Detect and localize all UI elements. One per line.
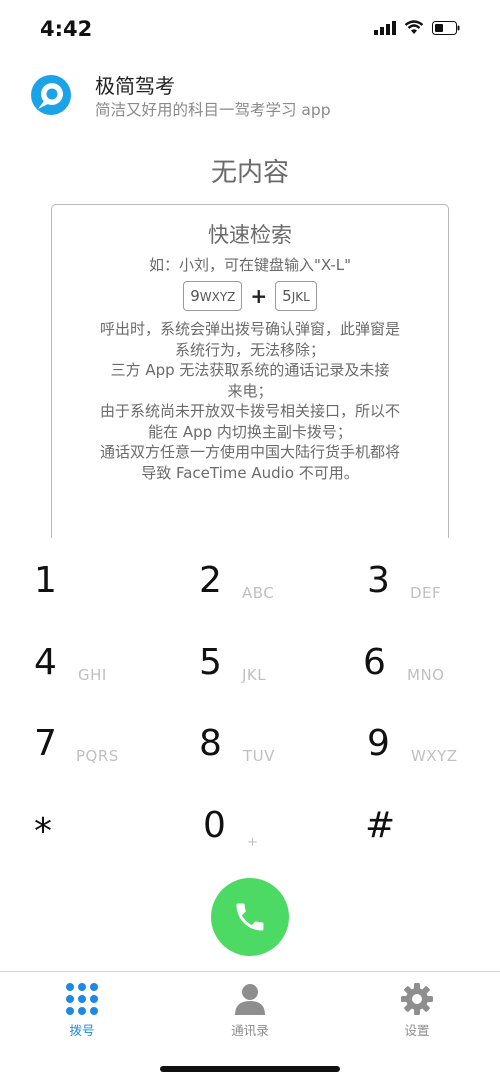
plus-sign: + bbox=[250, 284, 268, 308]
quick-search-help-card: 快速检索 如：小刘，可在键盘输入"X-L" 9WXYZ + 5JKL 呼出时，系… bbox=[51, 204, 449, 538]
app-logo-icon bbox=[31, 75, 71, 115]
example-keys: 9WXYZ + 5JKL bbox=[52, 281, 448, 311]
tab-dialpad[interactable]: 拨号 bbox=[22, 982, 142, 1042]
note-line: 由于系统尚未开放双卡拨号相关接口，所以不 bbox=[99, 402, 400, 420]
empty-state-title: 无内容 bbox=[210, 158, 289, 188]
status-icons bbox=[374, 20, 460, 35]
phone-icon bbox=[236, 903, 264, 931]
dial-key-star[interactable]: * bbox=[0, 785, 160, 865]
tab-label: 拨号 bbox=[69, 1023, 95, 1038]
battery-icon bbox=[432, 20, 460, 35]
example-key-9: 9WXYZ bbox=[183, 281, 243, 311]
app-banner[interactable]: 极简驾考 简洁又好用的科目一驾考学习 app bbox=[30, 70, 470, 130]
card-notes: 呼出时，系统会弹出拨号确认弹窗，此弹窗是 系统行为，无法移除； 三方 App 无… bbox=[70, 319, 430, 483]
status-time: 4:42 bbox=[40, 17, 93, 41]
dial-key-5[interactable]: 5 JKL bbox=[165, 622, 325, 702]
gear-icon bbox=[401, 983, 433, 1015]
dial-key-4[interactable]: 4 GHI bbox=[0, 622, 160, 702]
tab-contacts[interactable]: 通讯录 bbox=[190, 982, 310, 1042]
dial-key-8[interactable]: 8 TUV bbox=[165, 703, 325, 783]
dial-key-hash[interactable]: # bbox=[333, 785, 493, 865]
app-subtitle: 简洁又好用的科目一驾考学习 app bbox=[95, 101, 331, 119]
note-line: 通话双方任意一方使用中国大陆行货手机都将 bbox=[99, 443, 400, 461]
app-title: 极简驾考 bbox=[95, 74, 175, 98]
wifi-icon bbox=[404, 20, 424, 34]
dial-key-9[interactable]: 9 WXYZ bbox=[333, 703, 493, 783]
note-line: 系统行为，无法移除； bbox=[174, 340, 325, 359]
call-button[interactable] bbox=[211, 878, 289, 956]
dial-key-2[interactable]: 2 ABC bbox=[165, 540, 325, 620]
signal-icon bbox=[374, 20, 396, 35]
dialpad: 1 2 ABC 3 DEF 4 GHI 5 JKL 6 MNO 7 PQRS 8… bbox=[0, 540, 500, 870]
dial-key-3[interactable]: 3 DEF bbox=[333, 540, 493, 620]
note-line: 能在 App 内切换主副卡拨号； bbox=[148, 422, 352, 441]
card-example: 如：小刘，可在键盘输入"X-L" bbox=[148, 256, 352, 274]
tab-label: 设置 bbox=[404, 1023, 430, 1038]
note-line: 三方 App 无法获取系统的通话记录及未接 bbox=[110, 361, 390, 379]
contacts-icon bbox=[235, 984, 265, 1015]
dial-key-0[interactable]: 0 + bbox=[165, 785, 325, 865]
status-bar: 4:42 bbox=[0, 0, 500, 60]
dial-key-6[interactable]: 6 MNO bbox=[333, 622, 493, 702]
note-line: 来电； bbox=[227, 381, 273, 400]
dial-key-7[interactable]: 7 PQRS bbox=[0, 703, 160, 783]
note-line: 呼出时，系统会弹出拨号确认弹窗，此弹窗是 bbox=[99, 320, 400, 338]
card-title: 快速检索 bbox=[208, 223, 292, 247]
home-indicator bbox=[160, 1066, 340, 1072]
tab-label: 通讯录 bbox=[231, 1023, 269, 1038]
note-line: 导致 FaceTime Audio 不可用。 bbox=[141, 463, 359, 482]
tab-settings[interactable]: 设置 bbox=[357, 982, 477, 1042]
dial-key-1[interactable]: 1 bbox=[0, 540, 160, 620]
dialpad-icon bbox=[66, 983, 98, 1015]
example-key-5: 5JKL bbox=[275, 281, 317, 311]
